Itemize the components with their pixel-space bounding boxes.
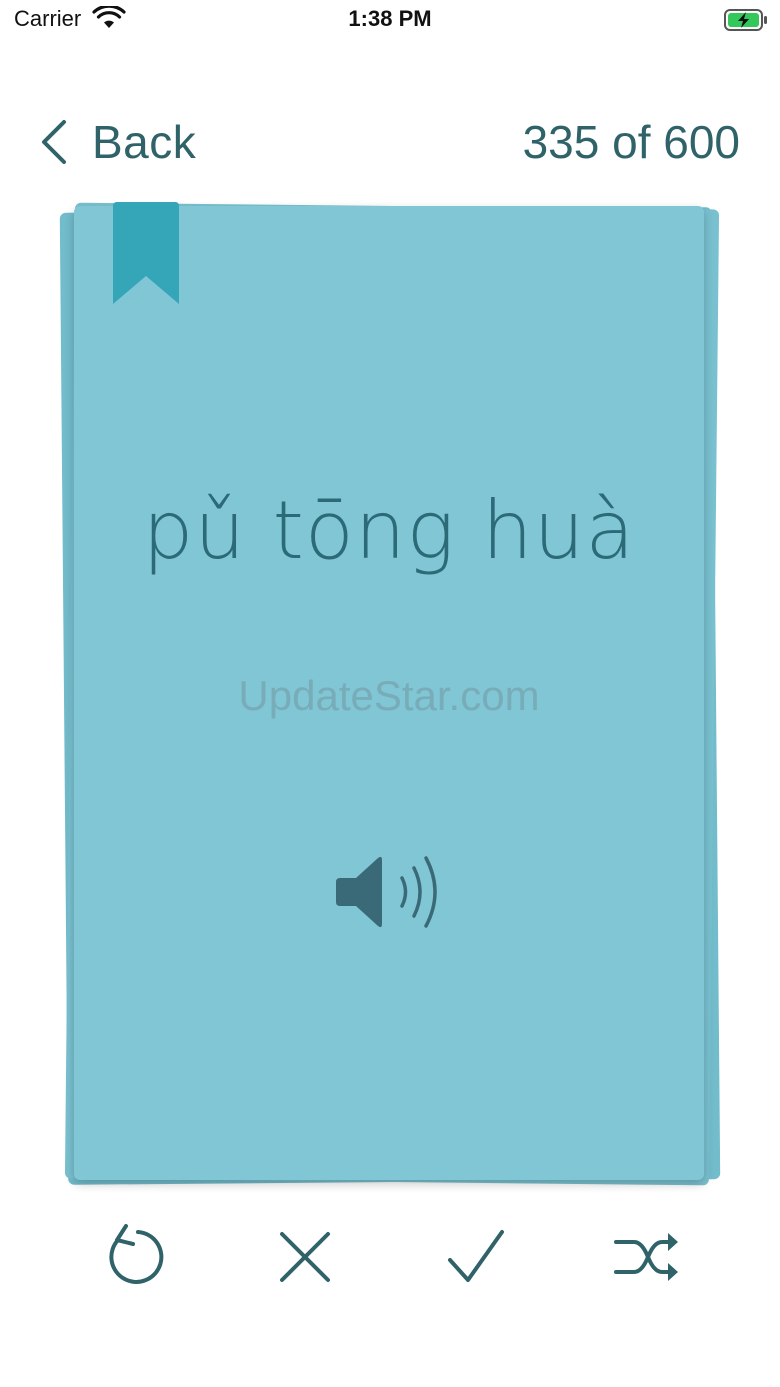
status-bar: Carrier 1:38 PM xyxy=(0,0,780,40)
shuffle-icon[interactable] xyxy=(612,1222,682,1292)
card-word: pǔ tōng huà xyxy=(142,484,636,577)
back-label: Back xyxy=(92,116,197,168)
bookmark-icon[interactable] xyxy=(109,202,183,306)
undo-icon[interactable] xyxy=(98,1222,168,1292)
speaker-icon[interactable] xyxy=(334,854,448,930)
close-icon[interactable] xyxy=(270,1222,340,1292)
watermark: UpdateStar.com xyxy=(238,672,540,719)
back-button[interactable]: Back xyxy=(38,112,196,172)
status-time: 1:38 PM xyxy=(348,6,432,31)
chevron-left-icon xyxy=(38,118,68,166)
battery-charging-icon xyxy=(724,9,768,31)
flashcard[interactable]: pǔ tōng huà UpdateStar.com xyxy=(74,202,704,1180)
check-icon[interactable] xyxy=(440,1222,510,1292)
card-counter: 335 of 600 xyxy=(522,116,740,168)
